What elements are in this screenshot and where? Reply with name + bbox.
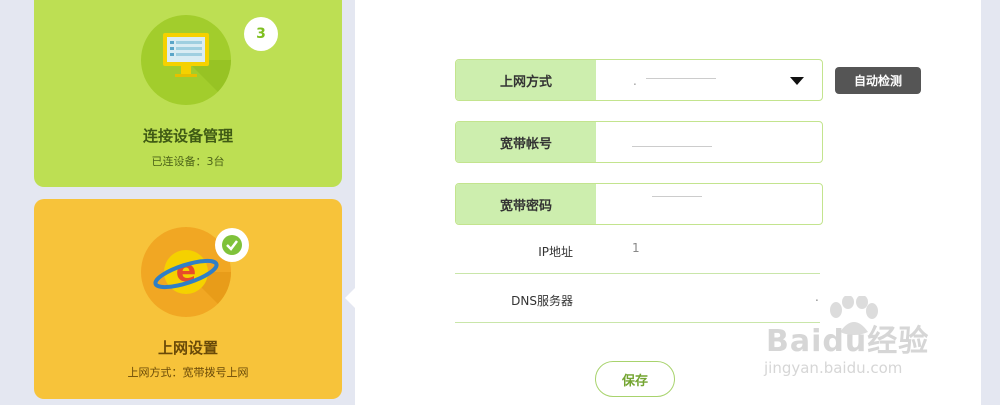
devices-card-title: 连接设备管理 [142, 127, 233, 145]
connected-devices-card[interactable]: 3 连接设备管理 已连设备：3台 [34, 0, 342, 187]
devices-card-subtitle: 已连设备：3台 [151, 155, 225, 168]
active-card-pointer [345, 288, 355, 308]
ip-address-label: IP地址 [538, 245, 573, 259]
ip-address-row: IP地址 1 [455, 233, 820, 274]
internet-settings-card[interactable]: e 上网设置 上网方式：宽带拨号上网 [34, 199, 342, 399]
left-panel: 3 连接设备管理 已连设备：3台 e 上网设置 上网方式：宽带拨号上网 [0, 0, 355, 405]
account-label: 宽带帐号 [456, 122, 596, 162]
password-label: 宽带密码 [456, 184, 596, 224]
baidu-brand: Baidu经验 [766, 324, 930, 359]
ip-address-value: 1 [632, 241, 640, 255]
chevron-down-icon[interactable] [790, 77, 804, 85]
monitor-icon [141, 15, 231, 105]
connection-type-label: 上网方式 [456, 60, 596, 100]
auto-detect-button[interactable]: 自动检测 [835, 67, 921, 94]
baidu-watermark: Baidu经验 jingyan.baidu.com [762, 296, 982, 386]
baidu-url: jingyan.baidu.com [764, 359, 903, 377]
internet-card-subtitle: 上网方式：宽带拨号上网 [127, 366, 249, 379]
connection-type-select[interactable]: 上网方式 . [455, 59, 823, 101]
internet-card-title: 上网设置 [157, 339, 218, 357]
checkmark-icon [215, 228, 249, 262]
connection-type-value: . [633, 74, 637, 88]
right-strip [981, 0, 1000, 405]
save-button[interactable]: 保存 [595, 361, 675, 397]
account-field[interactable]: 宽带帐号 [455, 121, 823, 163]
device-count-badge: 3 [244, 17, 278, 51]
password-field[interactable]: 宽带密码 [455, 183, 823, 225]
blurred-text [646, 78, 716, 79]
blurred-text [652, 196, 702, 197]
dns-server-label: DNS服务器 [511, 294, 573, 308]
blurred-text [632, 146, 712, 147]
